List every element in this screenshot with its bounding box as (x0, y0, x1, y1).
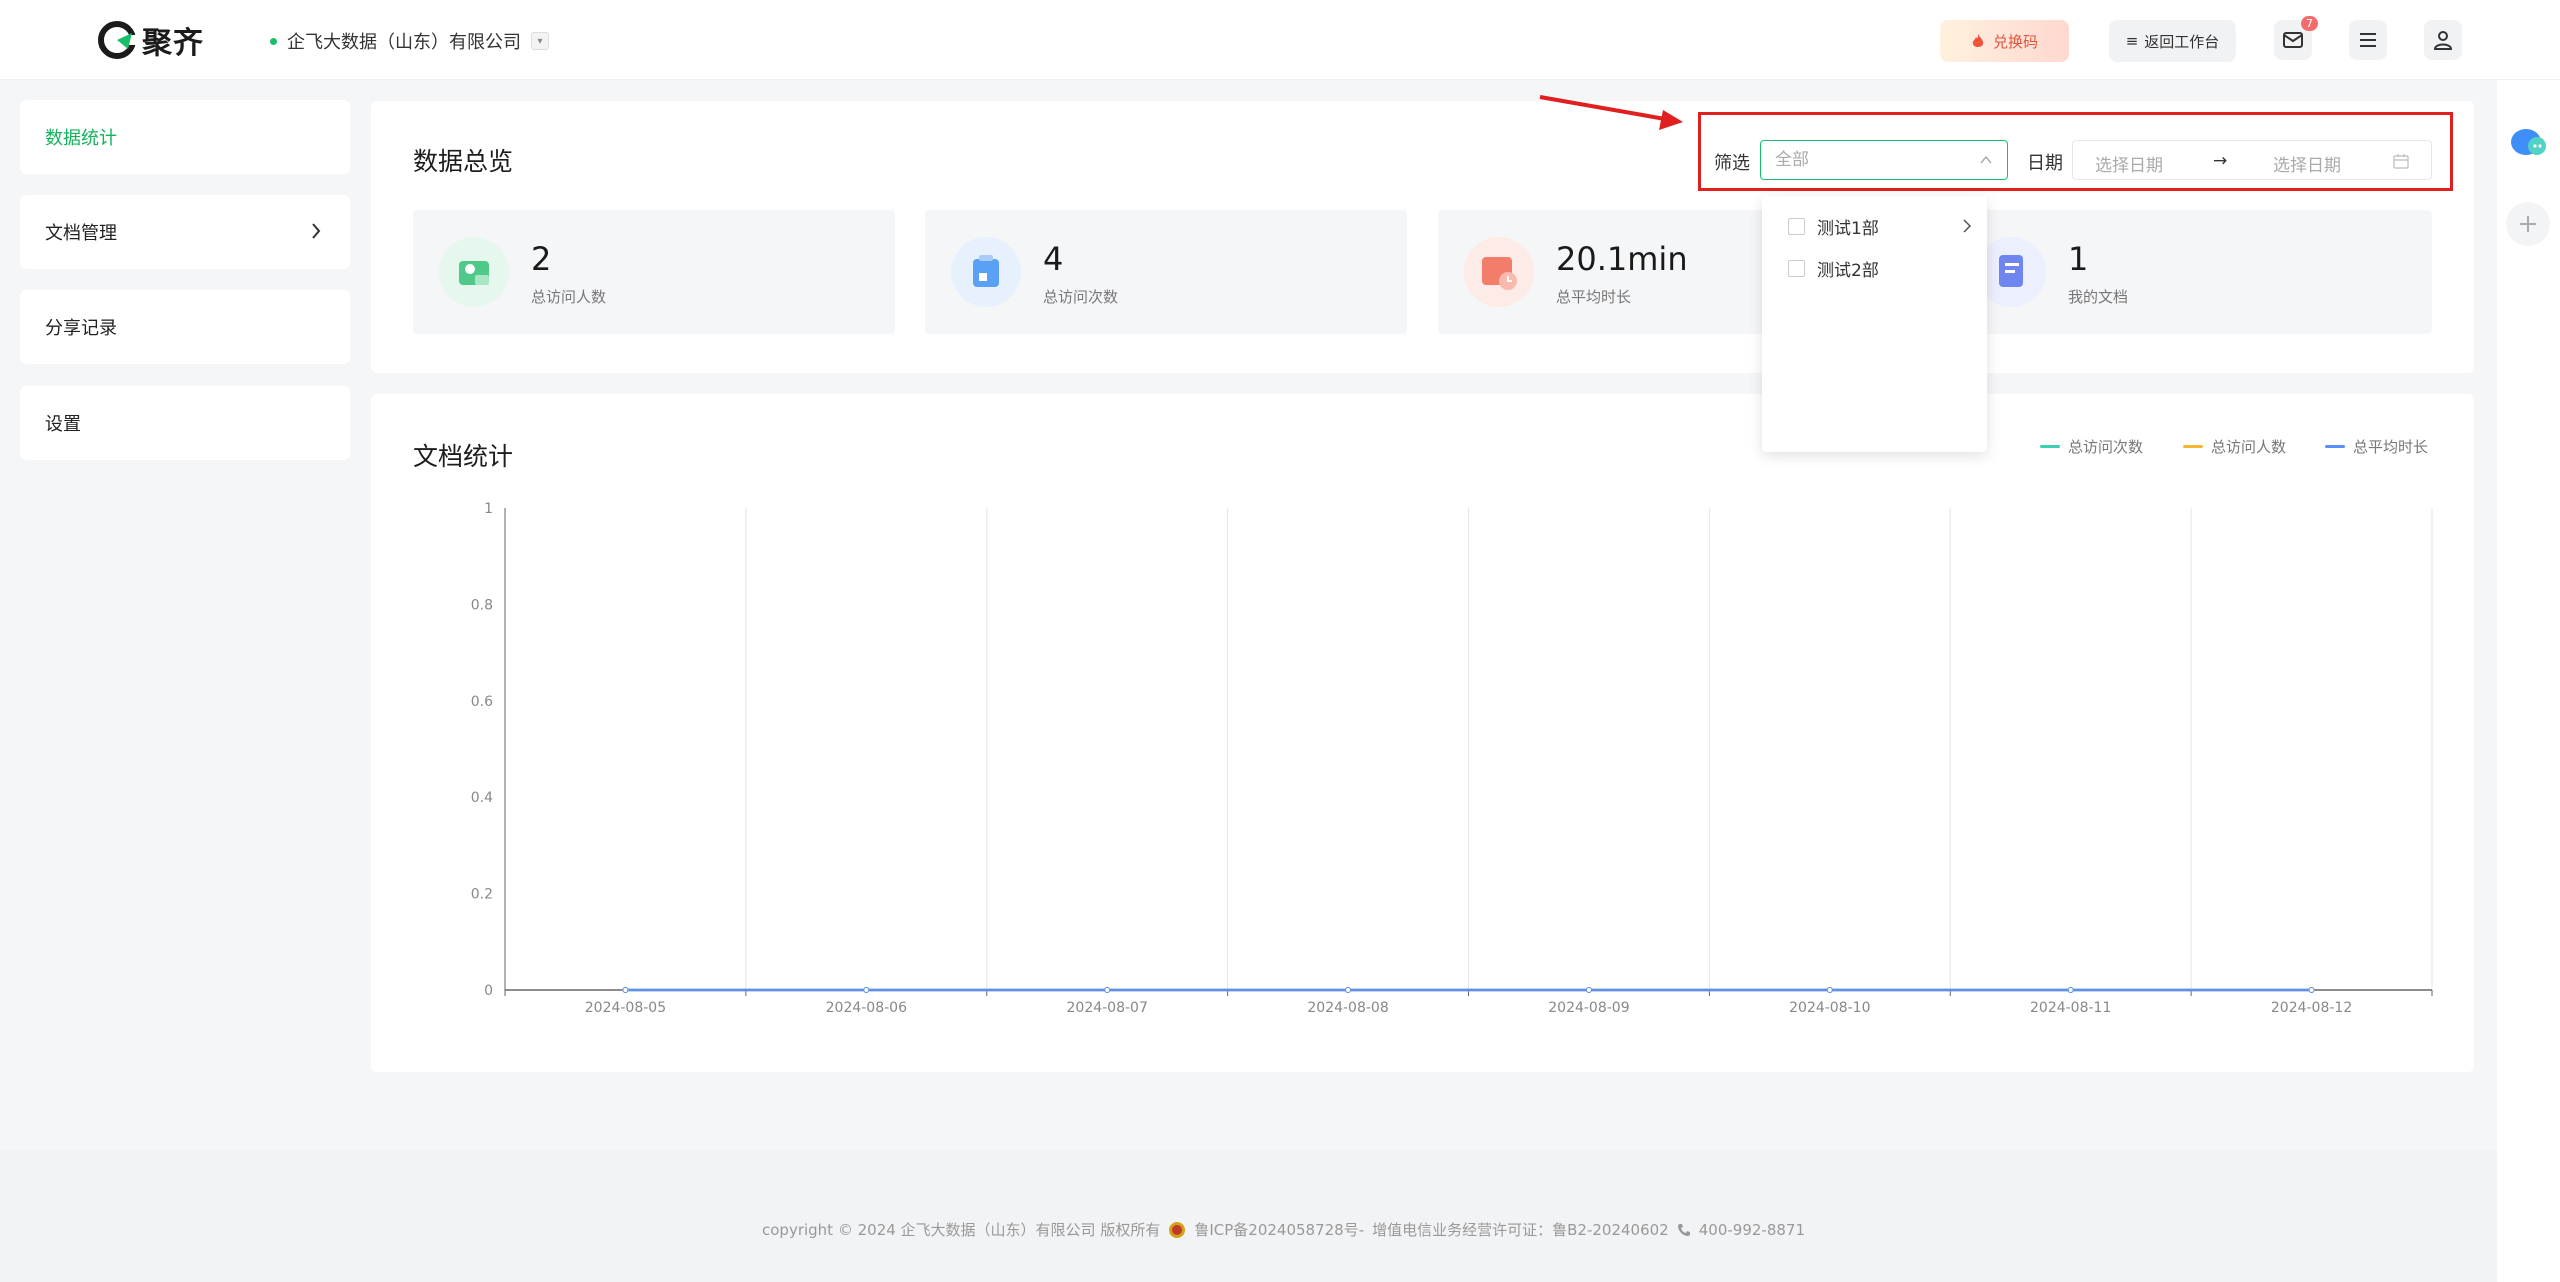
license-text: 增值电信业务经营许可证：鲁B2-20240602 (1372, 1221, 1669, 1239)
sidebar-item-label: 数据统计 (45, 128, 117, 149)
legend-label: 总访问次数 (2068, 438, 2144, 456)
data-point (1826, 987, 1833, 993)
plus-icon (2520, 216, 2536, 232)
back-to-workbench-button[interactable]: ≡ 返回工作台 (2109, 20, 2236, 62)
mail-icon (2283, 32, 2303, 48)
redeem-code-label: 兑换码 (1992, 32, 2038, 51)
legend-label: 总平均时长 (2353, 438, 2429, 456)
stat-label: 我的文档 (2068, 288, 2129, 306)
hamburger-icon (2360, 33, 2376, 47)
annotation-arrow (1539, 95, 1683, 130)
menu-lines-icon: ≡ (2125, 32, 2139, 50)
sidebar-item-doc-management[interactable]: 文档管理 (20, 195, 350, 269)
phone-number: 400-992-8871 (1698, 1220, 1805, 1239)
dropdown-option-test2[interactable]: 测试2部 (1788, 256, 1879, 281)
data-point (622, 987, 629, 993)
chevron-right-icon[interactable] (1962, 218, 1972, 234)
stat-label: 总访问人数 (531, 288, 607, 306)
fire-icon (1972, 33, 1984, 47)
footer-text: copyright © 2024 企飞大数据（山东）有限公司 版权所有 鲁ICP… (762, 1219, 1805, 1240)
company-switcher[interactable]: 企飞大数据（山东）有限公司 ▾ (270, 28, 549, 54)
data-point (863, 987, 870, 993)
data-point (2308, 987, 2315, 993)
stat-card-total-visits: 4 总访问次数 (925, 210, 1407, 334)
right-float-bar (2497, 80, 2560, 1282)
dropdown-option-test1[interactable]: 测试1部 (1788, 214, 1879, 239)
y-tick-label: 0.2 (471, 887, 493, 903)
add-button[interactable] (2506, 202, 2550, 246)
x-tick-label: 2024-08-07 (1067, 1000, 1148, 1016)
legend-swatch (2183, 445, 2203, 448)
user-icon (2433, 31, 2453, 50)
redeem-code-button[interactable]: 兑换码 (1940, 20, 2069, 62)
stat-card-my-docs: 1 我的文档 (1950, 210, 2432, 334)
company-name: 企飞大数据（山东）有限公司 (287, 32, 521, 53)
sidebar-item-label: 分享记录 (45, 318, 117, 339)
logo-icon (98, 21, 136, 59)
copyright-text: copyright © 2024 企飞大数据（山东）有限公司 版权所有 (762, 1221, 1161, 1239)
visitors-icon (439, 237, 509, 307)
data-point (1585, 987, 1592, 993)
y-tick-label: 0 (484, 983, 493, 999)
y-tick-label: 0.8 (471, 597, 493, 613)
stat-value: 1 (2068, 240, 2089, 278)
checkbox[interactable] (1788, 260, 1805, 277)
app-logo[interactable]: 聚齐 (98, 18, 204, 62)
x-tick-label: 2024-08-06 (826, 1000, 907, 1016)
mail-button[interactable]: 7 (2274, 16, 2318, 60)
legend-label: 总访问人数 (2211, 438, 2287, 456)
legend-swatch (2040, 445, 2060, 448)
department-dropdown: 测试1部 测试2部 (1762, 196, 1987, 452)
stat-value: 4 (1043, 240, 1064, 278)
legend-item[interactable]: 总访问人数 (2183, 436, 2286, 457)
x-tick-label: 2024-08-08 (1307, 1000, 1388, 1016)
visits-icon (951, 237, 1021, 307)
y-tick-label: 0.6 (471, 694, 493, 710)
data-point (1345, 987, 1352, 993)
legend-item[interactable]: 总访问次数 (2040, 436, 2143, 457)
stat-label: 总平均时长 (1556, 288, 1632, 306)
line-chart: 0 0.2 0.4 0.6 0.8 1 2024-08-05 2024-08-06 2024-0… (471, 501, 2433, 1016)
back-to-workbench-label: 返回工作台 (2144, 32, 2220, 51)
x-tick-label: 2024-08-10 (1789, 1000, 1870, 1016)
option-label: 测试2部 (1817, 261, 1879, 281)
footer (0, 1150, 2497, 1282)
x-tick-label: 2024-08-12 (2271, 1000, 2352, 1016)
sidebar-item-label: 文档管理 (45, 223, 117, 244)
unread-badge: 7 (2301, 16, 2318, 31)
stat-label: 总访问次数 (1043, 288, 1119, 306)
sidebar-item-share-records[interactable]: 分享记录 (20, 290, 350, 364)
annotation-highlight-box (1698, 112, 2453, 191)
x-tick-label: 2024-08-09 (1548, 1000, 1629, 1016)
checkbox[interactable] (1788, 218, 1805, 235)
legend-item[interactable]: 总平均时长 (2325, 436, 2428, 457)
duration-icon (1464, 237, 1534, 307)
data-point (1104, 987, 1111, 993)
chevron-right-icon (312, 223, 321, 239)
x-tick-label: 2024-08-05 (585, 1000, 666, 1016)
icp-link[interactable]: 鲁ICP备2024058728号- (1194, 1219, 1364, 1240)
y-tick-label: 1 (484, 501, 493, 517)
data-point (2067, 987, 2074, 993)
stat-value: 20.1min (1556, 240, 1688, 278)
phone-icon (1677, 1223, 1690, 1236)
x-tick-label: 2024-08-11 (2030, 1000, 2111, 1016)
stat-value: 2 (531, 240, 552, 278)
chat-assistant-icon[interactable] (2509, 126, 2549, 162)
overview-title: 数据总览 (413, 147, 514, 176)
sidebar-item-settings[interactable]: 设置 (20, 386, 350, 460)
y-tick-label: 0.4 (471, 790, 493, 806)
option-label: 测试1部 (1817, 219, 1879, 239)
police-badge-icon (1169, 1221, 1186, 1238)
stat-card-total-visitors: 2 总访问人数 (413, 210, 895, 334)
menu-button[interactable] (2349, 20, 2387, 60)
sidebar-item-label: 设置 (45, 414, 81, 435)
user-button[interactable] (2424, 20, 2462, 60)
status-dot (270, 37, 277, 45)
logo-text: 聚齐 (142, 26, 204, 61)
doc-stats-title: 文档统计 (413, 442, 514, 471)
chevron-down-icon[interactable]: ▾ (531, 32, 549, 50)
legend-swatch (2325, 445, 2345, 448)
sidebar-item-data-stats[interactable]: 数据统计 (20, 100, 350, 174)
